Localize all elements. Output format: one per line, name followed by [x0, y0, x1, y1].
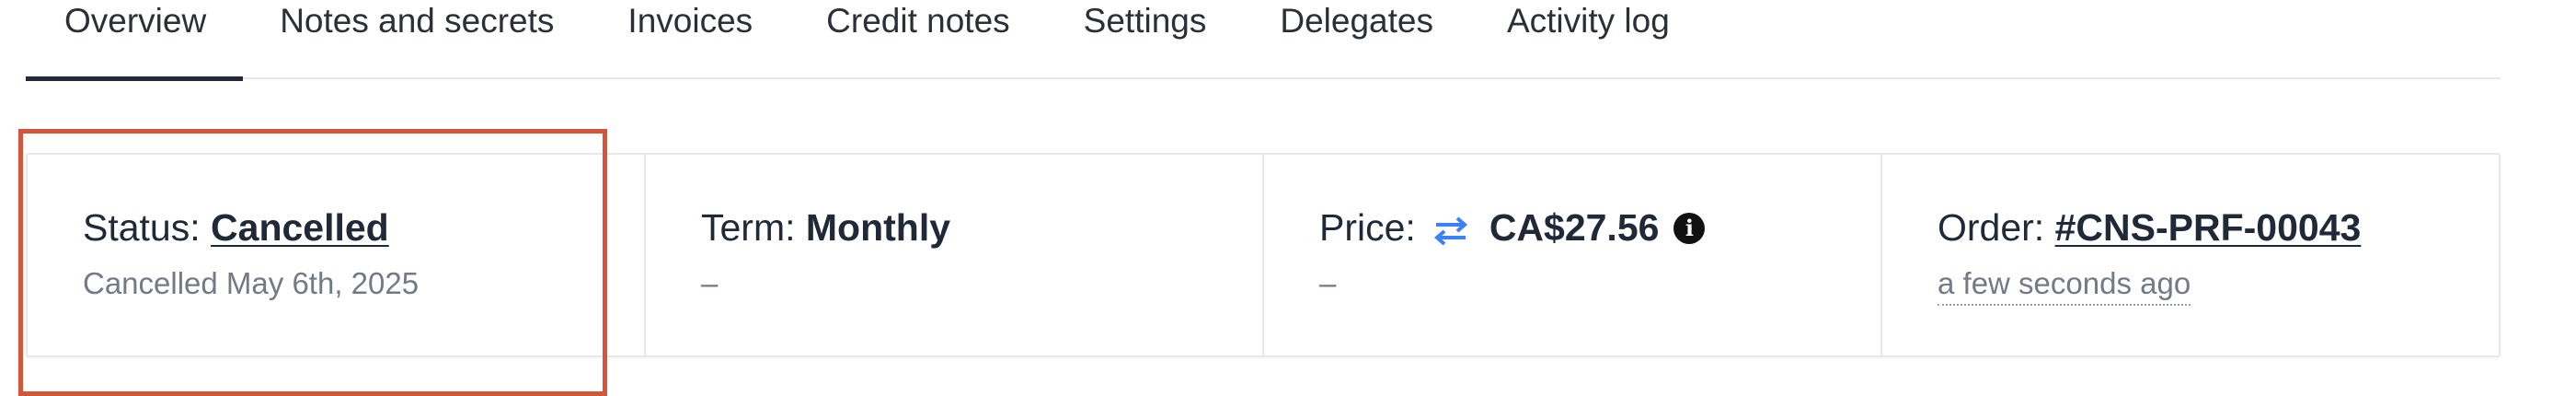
price-line: Price: CA$27.56 i: [1319, 206, 1880, 250]
order-label: Order:: [1938, 206, 2045, 249]
tab-credit-notes[interactable]: Credit notes: [789, 0, 1047, 79]
tab-activity-log[interactable]: Activity log: [1470, 0, 1707, 79]
status-label: Status:: [83, 206, 201, 249]
term-card: Term: Monthly –: [646, 155, 1264, 355]
status-line: Status: Cancelled: [83, 206, 644, 250]
info-icon[interactable]: i: [1673, 212, 1706, 244]
order-number-link[interactable]: #CNS-PRF-00043: [2055, 206, 2362, 250]
tab-delegates[interactable]: Delegates: [1243, 0, 1470, 79]
tab-overview[interactable]: Overview: [26, 0, 244, 81]
order-card: Order: #CNS-PRF-00043 a few seconds ago: [1882, 155, 2499, 355]
term-label: Term:: [701, 206, 796, 249]
tab-settings[interactable]: Settings: [1047, 0, 1244, 79]
term-subtext: –: [701, 266, 719, 300]
term-value: Monthly: [805, 206, 951, 249]
term-line: Term: Monthly: [701, 206, 1262, 250]
tab-bar: Overview Notes and secrets Invoices Cred…: [26, 0, 2501, 81]
order-timestamp: a few seconds ago: [1938, 266, 2191, 306]
tab-invoices[interactable]: Invoices: [591, 0, 789, 79]
price-label: Price:: [1319, 206, 1416, 249]
overview-panel: Status: Cancelled Cancelled May 6th, 202…: [26, 153, 2501, 357]
status-card: Status: Cancelled Cancelled May 6th, 202…: [28, 155, 646, 355]
price-subtext: –: [1319, 266, 1337, 300]
status-value-link[interactable]: Cancelled: [211, 206, 389, 250]
price-value: CA$27.56: [1489, 206, 1660, 249]
tab-notes-and-secrets[interactable]: Notes and secrets: [243, 0, 591, 79]
order-line: Order: #CNS-PRF-00043: [1938, 206, 2499, 250]
swap-arrows-icon: [1432, 213, 1469, 246]
price-card: Price: CA$27.56 i –: [1264, 155, 1882, 355]
status-subtext: Cancelled May 6th, 2025: [83, 266, 420, 300]
order-subtext: a few seconds ago: [1938, 266, 2499, 306]
